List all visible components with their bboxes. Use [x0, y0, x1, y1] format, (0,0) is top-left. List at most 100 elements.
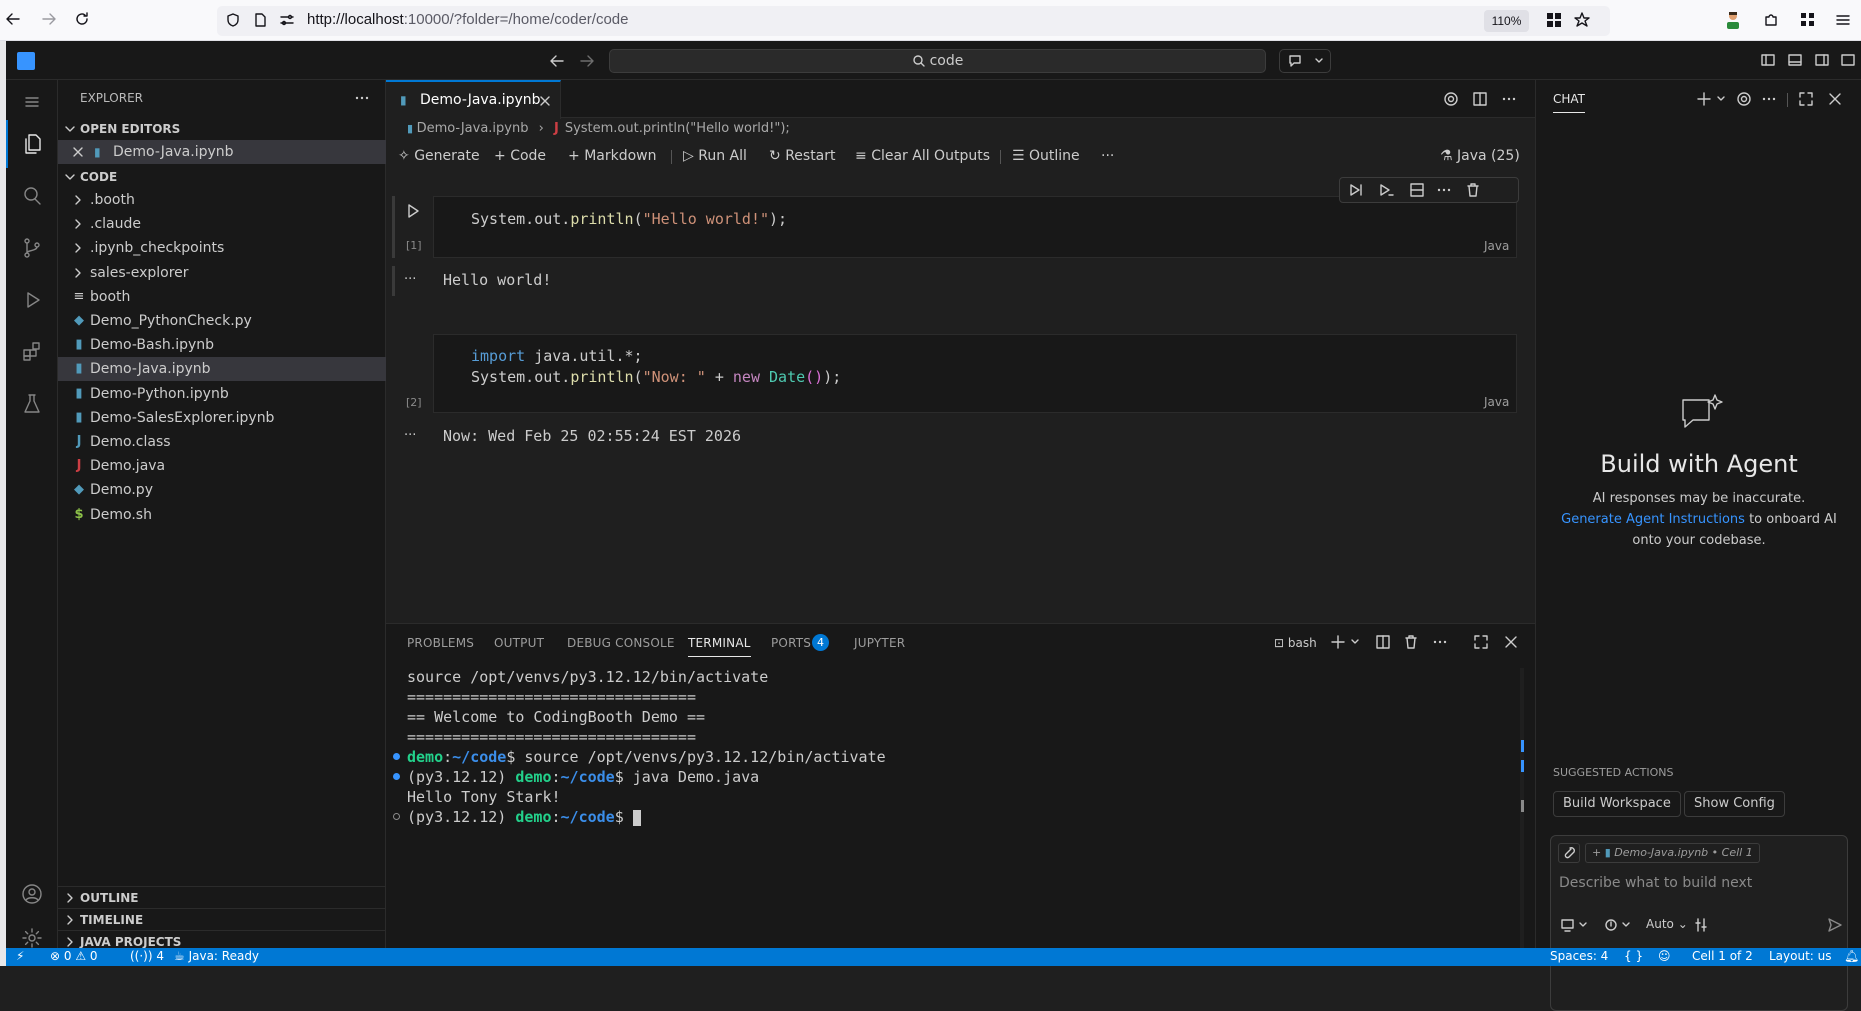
forward-icon[interactable]	[40, 10, 58, 28]
tools-icon[interactable]	[1603, 917, 1633, 933]
toolbar-more-icon[interactable]: ···	[1101, 145, 1114, 167]
accounts-icon[interactable]	[6, 870, 58, 918]
panel-more-icon[interactable]	[1432, 634, 1448, 650]
profile-avatar-icon[interactable]	[1724, 10, 1742, 30]
editor-more-icon[interactable]	[1501, 91, 1517, 107]
show-config-button[interactable]: Show Config	[1684, 791, 1785, 817]
apps-grid-icon[interactable]	[1799, 11, 1817, 29]
close-icon[interactable]	[72, 146, 84, 158]
notebook-settings-icon[interactable]	[1443, 91, 1459, 107]
back-icon[interactable]	[4, 10, 22, 28]
split-cell-icon[interactable]	[1409, 182, 1425, 198]
clear-outputs-button[interactable]: ≡ Clear All Outputs	[855, 145, 990, 167]
chat-settings-icon[interactable]	[1736, 91, 1752, 107]
layout-aux-toggle-icon[interactable]	[1814, 52, 1830, 68]
chat-title[interactable]: CHAT	[1553, 92, 1586, 113]
close-panel-icon[interactable]	[1503, 634, 1519, 650]
close-icon[interactable]	[1827, 91, 1843, 107]
command-decoration-icon[interactable]	[393, 753, 400, 760]
command-decoration-icon[interactable]	[393, 813, 400, 820]
cell-more-icon[interactable]	[1436, 182, 1452, 198]
shield-icon[interactable]	[225, 12, 241, 28]
notifications-bell-icon[interactable]: 🔔︎	[1844, 949, 1859, 963]
tab-debug-console[interactable]: DEBUG CONSOLE	[567, 636, 675, 650]
breadcrumb-file[interactable]: Demo-Java.ipynb	[417, 121, 529, 136]
sidebar-more-icon[interactable]	[354, 90, 370, 106]
cell-status[interactable]: Cell 1 of 2	[1692, 949, 1753, 963]
ports-status[interactable]: ((·)) 4	[130, 949, 164, 963]
layout-panel-toggle-icon[interactable]	[1787, 52, 1803, 68]
maximize-icon[interactable]	[1798, 91, 1814, 107]
reload-icon[interactable]	[73, 10, 91, 28]
customize-layout-icon[interactable]	[1840, 52, 1856, 68]
file-tree-item[interactable]: ◆ Demo.py	[58, 478, 386, 502]
chevron-down-icon[interactable]	[1350, 637, 1360, 647]
generate-button[interactable]: ✧ Generate	[398, 145, 480, 167]
cell-language[interactable]: Java	[1484, 395, 1509, 409]
file-tree-item[interactable]: J Demo.java	[58, 454, 386, 478]
model-picker[interactable]: Auto ⌄	[1646, 917, 1688, 931]
attach-icon[interactable]	[1558, 843, 1580, 863]
chat-input[interactable]: Describe what to build next	[1559, 875, 1752, 891]
problems-status[interactable]: ⊗ 0 ⚠ 0	[50, 949, 98, 963]
nav-back-icon[interactable]	[548, 52, 566, 70]
extensions-grid-icon[interactable]	[1546, 12, 1562, 28]
kill-terminal-icon[interactable]	[1403, 634, 1419, 650]
folder-header-code[interactable]: CODE	[58, 166, 386, 188]
braces-icon[interactable]: { }	[1624, 949, 1643, 963]
run-cell-icon[interactable]	[405, 203, 421, 219]
run-debug-icon[interactable]	[6, 276, 58, 324]
chat-more-icon[interactable]	[1761, 91, 1777, 107]
explorer-files-icon[interactable]	[6, 120, 58, 168]
file-tree-item[interactable]: .ipynb_checkpoints	[58, 236, 386, 260]
kernel-picker[interactable]: ⚗ Java (25)	[1440, 145, 1520, 167]
remote-icon[interactable]: ⚡	[16, 949, 24, 963]
open-editor-item[interactable]: ▮ Demo-Java.ipynb	[58, 140, 386, 164]
terminal-shell-selector[interactable]: ⊡ bash	[1274, 632, 1317, 654]
send-icon[interactable]	[1827, 917, 1843, 933]
tab-terminal[interactable]: TERMINAL	[688, 636, 751, 657]
restart-button[interactable]: ↻ Restart	[769, 145, 836, 167]
command-center[interactable]: code	[609, 49, 1266, 73]
outline-button[interactable]: ☰ Outline	[1012, 145, 1080, 167]
keyboard-layout-status[interactable]: Layout: us	[1769, 949, 1832, 963]
file-tree-item[interactable]: .booth	[58, 188, 386, 212]
tab-demo-java[interactable]: ▮ Demo-Java.ipynb	[386, 80, 561, 119]
file-tree-item[interactable]: ≡ booth	[58, 285, 386, 309]
cell-language[interactable]: Java	[1484, 239, 1509, 253]
maximize-panel-icon[interactable]	[1473, 634, 1489, 650]
testing-flask-icon[interactable]	[6, 380, 58, 428]
context-chip[interactable]: + ▮ Demo-Java.ipynb • Cell 1	[1585, 843, 1760, 863]
file-tree-item[interactable]: sales-explorer	[58, 261, 386, 285]
chevron-down-icon[interactable]	[1716, 94, 1726, 104]
layout-sidebar-toggle-icon[interactable]	[1760, 52, 1776, 68]
split-editor-icon[interactable]	[1472, 91, 1488, 107]
file-tree-item[interactable]: .claude	[58, 212, 386, 236]
tab-jupyter[interactable]: JUPYTER	[854, 636, 905, 650]
file-tree-item[interactable]: J Demo.class	[58, 430, 386, 454]
page-icon[interactable]	[252, 12, 268, 28]
search-view-icon[interactable]	[6, 172, 58, 220]
url-text[interactable]: http://localhost:10000/?folder=/home/cod…	[307, 11, 628, 28]
file-tree-item[interactable]: ◆ Demo_PythonCheck.py	[58, 309, 386, 333]
code-line[interactable]: import java.util.*;	[471, 347, 643, 365]
generate-instructions-link[interactable]: Generate Agent Instructions	[1561, 512, 1745, 527]
execute-above-icon[interactable]	[1348, 182, 1364, 198]
chat-toggle-button[interactable]	[1279, 49, 1331, 73]
split-terminal-icon[interactable]	[1375, 634, 1391, 650]
close-icon[interactable]	[539, 95, 551, 107]
tab-problems[interactable]: PROBLEMS	[407, 636, 474, 650]
terminal-line[interactable]: (py3.12.12) demo:~/code$	[407, 808, 641, 826]
output-more-icon[interactable]: ···	[404, 428, 416, 443]
add-code-cell-button[interactable]: + Code	[494, 145, 546, 167]
timeline-section-header[interactable]: TIMELINE	[58, 908, 386, 930]
file-tree-item[interactable]: ▮ Demo-SalesExplorer.ipynb	[58, 406, 386, 430]
extensions-icon[interactable]	[6, 328, 58, 376]
build-workspace-button[interactable]: Build Workspace	[1553, 791, 1681, 817]
open-editors-header[interactable]: OPEN EDITORS	[58, 118, 386, 140]
new-chat-icon[interactable]	[1696, 91, 1712, 107]
outline-section-header[interactable]: OUTLINE	[58, 886, 386, 908]
file-tree-item[interactable]: ▮ Demo-Bash.ipynb	[58, 333, 386, 357]
run-all-button[interactable]: ▷ Run All	[683, 145, 747, 167]
code-line[interactable]: System.out.println("Hello world!");	[471, 210, 787, 228]
